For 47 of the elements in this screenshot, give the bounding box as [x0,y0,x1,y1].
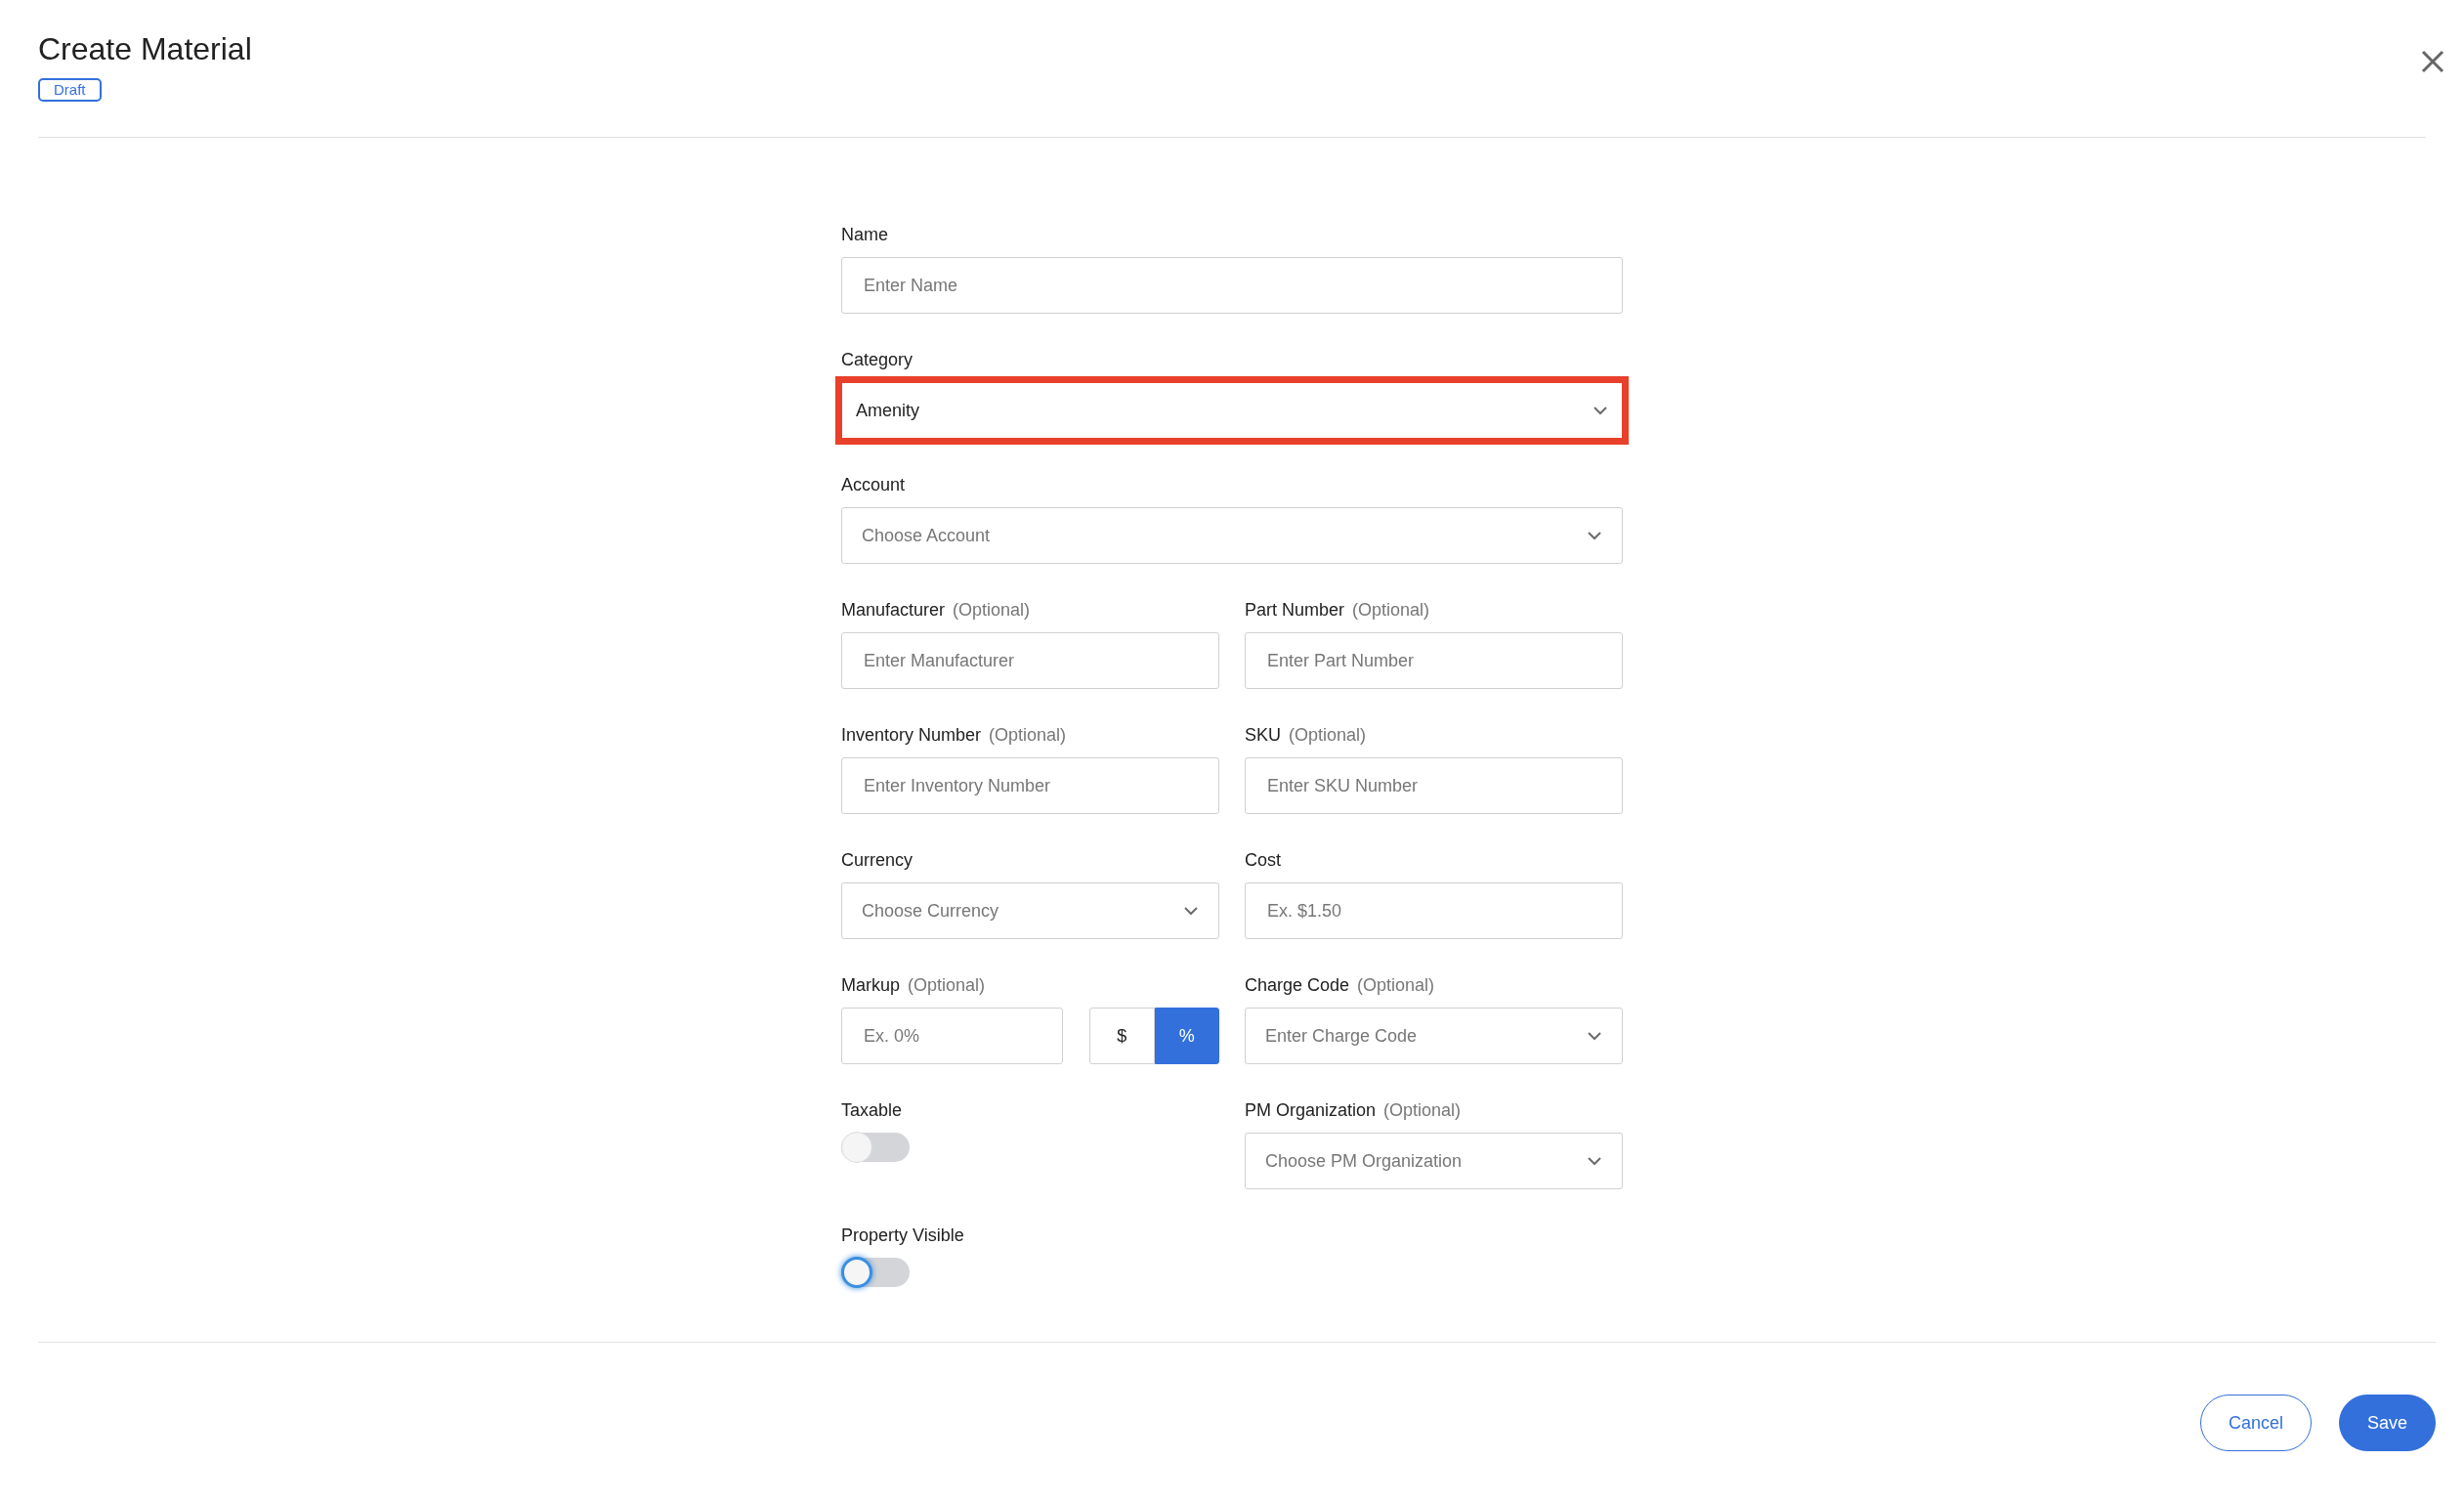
text-field[interactable]: Ex. $1.50 [1245,882,1623,939]
field-label: Category [841,349,913,371]
cancel-button[interactable]: Cancel [2199,1395,2312,1451]
field-label: Manufacturer [841,599,946,622]
optional-hint: (Optional) [953,599,1031,622]
field-label: PM Organization [1245,1099,1377,1122]
field-label: Charge Code [1245,974,1350,997]
text-field[interactable]: Enter Manufacturer [841,632,1219,689]
toggle-switch[interactable] [841,1258,910,1287]
field-label: Cost [1245,849,1281,872]
status-badge: Draft [38,78,102,102]
optional-hint: (Optional) [1383,1099,1462,1122]
close-icon[interactable] [2420,49,2445,74]
chevron-down-icon [1587,531,1602,540]
text-field[interactable]: Ex. 0% [841,1008,1063,1064]
optional-hint: (Optional) [1352,599,1430,622]
text-field[interactable]: Enter Inventory Number [841,757,1219,814]
page-title: Create Material [38,30,252,68]
save-button[interactable]: Save [2338,1395,2436,1451]
field-label: Taxable [841,1099,903,1122]
chevron-down-icon [1593,406,1608,415]
text-field[interactable]: Enter SKU Number [1245,757,1623,814]
optional-hint: (Optional) [1357,974,1435,997]
chevron-down-icon [1183,906,1199,916]
optional-hint: (Optional) [908,974,986,997]
field-label: Inventory Number [841,724,982,747]
optional-hint: (Optional) [1289,724,1367,747]
optional-hint: (Optional) [989,724,1067,747]
text-field[interactable]: Enter Name [841,257,1623,314]
select-field[interactable]: Choose PM Organization [1245,1133,1623,1189]
field-label: Part Number [1245,599,1345,622]
select-field[interactable]: Choose Account [841,507,1623,564]
toggle-switch[interactable] [841,1133,910,1162]
chevron-down-icon [1587,1156,1602,1166]
text-field[interactable]: Enter Part Number [1245,632,1623,689]
field-label: SKU [1245,724,1281,747]
select-field[interactable]: Choose Currency [841,882,1219,939]
select-field[interactable]: Amenity [835,376,1629,445]
field-label: Markup [841,974,901,997]
unit-toggle-button[interactable]: $ [1089,1008,1155,1064]
field-label: Name [841,224,888,246]
field-label: Currency [841,849,913,872]
select-field[interactable]: Enter Charge Code [1245,1008,1623,1064]
field-label: Property Visible [841,1224,964,1247]
chevron-down-icon [1587,1031,1602,1041]
unit-toggle-button[interactable]: % [1154,1008,1219,1064]
field-label: Account [841,474,906,496]
